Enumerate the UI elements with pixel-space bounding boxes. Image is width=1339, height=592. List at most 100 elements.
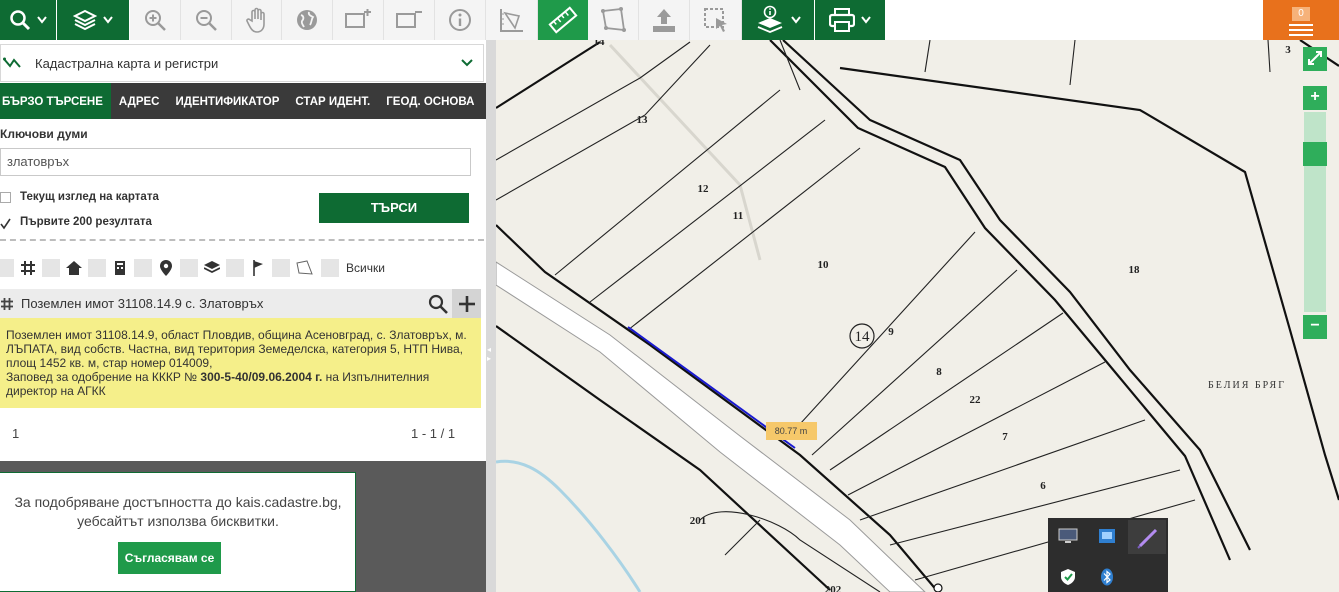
pan-button[interactable]: [232, 0, 282, 40]
zoom-to-result-button[interactable]: [424, 289, 452, 318]
zoom-out-map-button[interactable]: −: [1303, 315, 1327, 339]
current-view-checkbox[interactable]: [0, 191, 11, 203]
search-icon: [10, 10, 31, 31]
measure-area-button[interactable]: [486, 0, 538, 40]
filter-checkbox[interactable]: [180, 259, 198, 277]
filter-geodetic[interactable]: [249, 259, 267, 277]
search-tool-button[interactable]: [0, 0, 56, 40]
info-button[interactable]: [435, 0, 486, 40]
expand-icon: [1308, 51, 1322, 65]
keywords-input[interactable]: златовръх: [0, 148, 471, 176]
parcel-label: 22: [970, 394, 982, 406]
select-button[interactable]: [690, 0, 742, 40]
panel-splitter[interactable]: ◂ ▸: [486, 40, 496, 592]
add-result-button[interactable]: [452, 289, 481, 318]
tab-quick-search[interactable]: БЪРЗО ТЪРСЕНЕ: [0, 83, 111, 119]
zoom-slider-handle[interactable]: [1303, 142, 1327, 166]
tab-identifier[interactable]: ИДЕНТИФИКАТОР: [167, 83, 287, 119]
ruler-icon: [548, 6, 578, 34]
main-menu-button[interactable]: 0: [1263, 0, 1339, 40]
page-number[interactable]: 1: [12, 426, 19, 441]
zoom-out-button[interactable]: [181, 0, 232, 40]
parcel-label: 6: [1040, 480, 1046, 492]
first200-checkbox[interactable]: [0, 216, 11, 229]
print-button[interactable]: [815, 0, 885, 40]
cadastral-map: 14 80.77 m 14 13 12 11 10 9 8 22 7 6 18 …: [496, 40, 1339, 592]
network-icon[interactable]: [1098, 528, 1118, 546]
zoom-in-button[interactable]: [130, 0, 181, 40]
grid-icon: [21, 261, 35, 275]
filter-polygon[interactable]: [295, 259, 313, 277]
info-layers-button[interactable]: [742, 0, 814, 40]
layer-selector[interactable]: Кадастрална карта и регистри: [0, 44, 484, 82]
current-view-label: Текущ изглед на картата: [20, 191, 159, 203]
remove-frame-icon: [396, 11, 422, 28]
filter-grid[interactable]: [19, 259, 37, 277]
polygon-button[interactable]: [588, 0, 639, 40]
parcel-label: 202: [825, 584, 842, 592]
cadastre-layer-icon: [3, 57, 21, 68]
cookie-text-line: уебсайтът използва бисквитки.: [77, 513, 279, 529]
parcel-label: 7: [1002, 431, 1008, 443]
parcel-label: 13: [637, 114, 649, 126]
zoom-in-icon: [145, 10, 166, 31]
tab-geodetic-base[interactable]: ГЕОД. ОСНОВА: [378, 83, 482, 119]
remove-frame-button[interactable]: [384, 0, 435, 40]
filter-building[interactable]: [111, 259, 129, 277]
parcel-label: 8: [936, 366, 942, 378]
pen-icon[interactable]: [1128, 520, 1166, 554]
flag-icon: [253, 260, 263, 276]
parcel-label: 14: [594, 40, 606, 48]
tab-address[interactable]: АДРЕС: [111, 83, 168, 119]
filter-all-checkbox[interactable]: [321, 259, 339, 277]
zoom-out-icon: [196, 10, 217, 31]
grid-icon: [1, 297, 13, 310]
filter-checkbox[interactable]: [42, 259, 60, 277]
filter-checkbox[interactable]: [226, 259, 244, 277]
monitor-icon[interactable]: [1058, 528, 1078, 544]
layers-tool-button[interactable]: [57, 0, 129, 40]
first200-label: Първите 200 резултата: [20, 216, 152, 228]
search-button[interactable]: ТЪРСИ: [319, 193, 469, 223]
filter-checkbox[interactable]: [272, 259, 290, 277]
bluetooth-icon[interactable]: [1100, 568, 1114, 586]
system-tray-popup: [1048, 518, 1168, 592]
fullscreen-button[interactable]: [1303, 47, 1327, 71]
keywords-label: Ключови думи: [0, 127, 88, 141]
result-line: директор на АГКК: [6, 384, 106, 398]
zoom-slider-track[interactable]: [1303, 112, 1327, 312]
filter-checkbox[interactable]: [134, 259, 152, 277]
chevron-down-icon: [103, 16, 113, 24]
result-header[interactable]: Поземлен имот 31108.14.9 с. Златовръх: [0, 289, 481, 318]
tab-old-identifier[interactable]: СТАР ИДЕНТ.: [287, 83, 378, 119]
parcel-label: 11: [733, 210, 743, 222]
chevron-down-icon: [461, 59, 473, 67]
measure-area-icon: [499, 9, 523, 32]
result-order-line: Заповед за одобрение на КККР № 300-5-40/…: [6, 370, 475, 384]
ruler-button[interactable]: [538, 0, 588, 40]
cookie-accept-button[interactable]: Съгласявам се: [118, 542, 221, 574]
globe-button[interactable]: [282, 0, 333, 40]
polygon-icon: [296, 260, 313, 275]
home-icon: [66, 261, 82, 275]
select-icon: [703, 8, 727, 32]
zoom-in-map-button[interactable]: +: [1303, 86, 1327, 110]
order-text: Заповед за одобрение на КККР №: [6, 370, 201, 384]
info-icon: [449, 9, 471, 31]
filter-layers[interactable]: [203, 259, 221, 277]
order-text-end: на Изпълнителния: [322, 370, 430, 384]
add-frame-button[interactable]: [333, 0, 384, 40]
upload-button[interactable]: [639, 0, 690, 40]
filter-address[interactable]: [65, 259, 83, 277]
filter-checkbox[interactable]: [88, 259, 106, 277]
filter-checkbox[interactable]: [0, 259, 14, 277]
cookie-banner: За подобряване достъпността до kais.cada…: [0, 472, 356, 592]
chevron-down-icon: [37, 16, 47, 24]
filter-location[interactable]: [157, 259, 175, 277]
map-view[interactable]: 14 80.77 m 14 13 12 11 10 9 8 22 7 6 18 …: [496, 40, 1339, 592]
menu-icon: 0: [1289, 5, 1313, 36]
security-shield-icon[interactable]: [1060, 568, 1076, 586]
result-type-filters: Всички: [0, 255, 486, 281]
result-line: Поземлен имот 31108.14.9, област Пловдив…: [6, 328, 467, 342]
upload-icon: [653, 9, 675, 32]
